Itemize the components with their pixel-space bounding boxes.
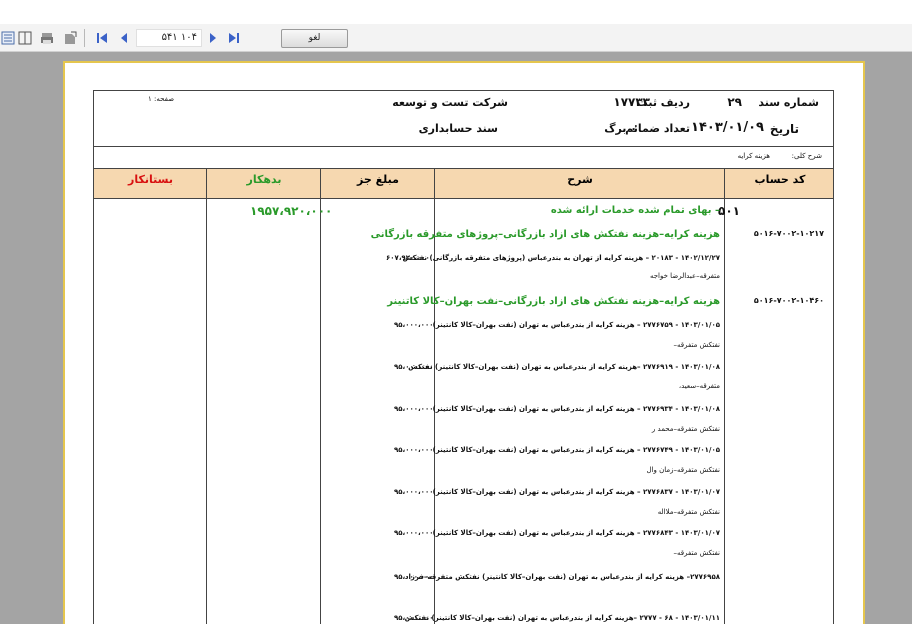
col-partial-amount: مبلغ جز	[357, 173, 399, 186]
last-page-button[interactable]	[226, 30, 242, 46]
entry-line: ۲۷۷۶۹۵۸– هزینه کرایه از بندرعباس به تهرا…	[404, 573, 720, 581]
doc-type: سند حسابداری	[418, 122, 498, 135]
group-title: – بهای تمام شده خدمات ارائه شده	[550, 205, 720, 216]
entry-amount: ۹۵،۰۰۰،۰۰۰	[394, 614, 434, 622]
entry-line: ۱۴۰۳/۰۱/۰۵ - ۲۷۷۶۷۴۹ – هزینه کرایه از بن…	[432, 446, 720, 454]
page-number-input[interactable]: ۱۰۴ ۵۴۱	[136, 29, 202, 47]
entry-line: ۱۴۰۳/۰۱/۰۷ - ۲۷۷۶۸۴۳ – هزینه کرایه از بن…	[432, 529, 720, 537]
general-description-row	[93, 147, 834, 169]
next-page-button[interactable]	[205, 30, 221, 46]
column-divider	[206, 169, 207, 624]
entry-amount: ۹۵،۰۰۰،۰۰۰	[394, 363, 434, 371]
col-description: شرح	[567, 173, 593, 186]
entry-amount: ۹۵،۰۰۰،۰۰۰	[394, 405, 434, 413]
col-credit: بستانکار	[128, 173, 173, 186]
reg-row: ۱۷۷۳۳	[613, 95, 650, 109]
cancel-button[interactable]: لغو	[281, 29, 348, 48]
entry-line-continued: نفتکش متفرقه–محمد ر	[651, 425, 720, 433]
col-account-code: کد حساب	[754, 173, 806, 186]
general-description-label: شرح کلی:	[791, 152, 822, 160]
report-toolbar: ۱۰۴ ۵۴۱ لغو	[0, 0, 912, 52]
entry-line-continued: نفتکش متفرقه–ملااله	[657, 508, 720, 516]
column-header-row: کد حساب شرح مبلغ جز بدهکار بستانکار	[93, 169, 834, 199]
entry-line: ۱۴۰۳/۰۱/۰۷ - ۲۷۷۶۸۳۷ – هزینه کرایه از بن…	[432, 488, 720, 496]
prev-page-button[interactable]	[116, 30, 132, 46]
last-page-icon	[229, 33, 239, 43]
entry-amount: ۹۵،۰۰۰،۰۰۰	[394, 529, 434, 537]
date-label: تاریخ	[769, 122, 799, 136]
entry-line-continued: نفتکش متفرقه–زمان وال	[646, 466, 720, 474]
entry-line: ۱۴۰۳/۰۱/۰۸ - ۲۷۷۶۹۱۹ –هزینه کرایه از بند…	[408, 363, 720, 371]
entry-line-continued: متفرقه–سعید،	[678, 382, 720, 390]
group-debit-amount: ۱۹۵۷،۹۲۰،۰۰۰	[250, 204, 333, 218]
page-label: صفحه: ۱	[148, 95, 175, 103]
column-divider	[724, 169, 725, 624]
prev-page-icon	[121, 33, 127, 43]
col-debit: بدهکار	[246, 173, 282, 186]
entry-amount: ۹۵،۰۰۰،۰۰۰	[394, 446, 434, 454]
subaccount-code: ۵۰۱۶-۷۰۰۲-۱۰۴۶۰	[753, 296, 824, 305]
doc-date: ۱۴۰۳/۰۱/۰۹	[691, 120, 764, 135]
next-page-icon	[210, 33, 216, 43]
entry-amount: ۹۵،۰۰۰،۰۰۰	[394, 488, 434, 496]
printer-icon	[41, 33, 53, 44]
doc-number: ۲۹	[727, 95, 742, 109]
single-page-icon	[1, 31, 15, 45]
first-page-button[interactable]	[94, 30, 110, 46]
subaccount-title: هزینه کرایه–هزینه نفتکش های ازاد بازرگان…	[370, 229, 720, 240]
company-name: شرکت تست و توسعه	[392, 96, 508, 109]
entry-amount: ۹۵،۰۰۰،۰۰۰	[394, 573, 434, 581]
two-page-icon	[18, 31, 32, 45]
first-page-icon	[97, 33, 107, 43]
entry-line: ۱۴۰۳/۰۱/۰۵ - ۲۷۷۶۷۵۹ – هزینه کرایه از بن…	[432, 321, 720, 329]
entry-line-continued: متفرقه–عبدالرضا خواجه	[649, 272, 720, 280]
single-page-button[interactable]	[0, 30, 16, 46]
export-button[interactable]	[62, 30, 78, 46]
subaccount-title: هزینه کرایه–هزینه نفتکش های ازاد بازرگان…	[387, 296, 720, 307]
toolbar-separator	[84, 29, 85, 47]
general-description-value: هزینه کرایه	[737, 152, 770, 160]
print-button[interactable]	[39, 30, 55, 46]
doc-number-label: شماره سند	[758, 96, 819, 109]
attachments-count: ۰ برگ	[604, 122, 637, 135]
entry-line-continued: نفتکش متفرقه–	[673, 341, 720, 349]
entry-line: ۱۴۰۲/۱۲/۲۷ - ۲۰۱۸۳ – هزینه کرایه از تهرا…	[402, 254, 720, 262]
two-page-button[interactable]	[17, 30, 33, 46]
entry-line: ۱۴۰۳/۰۱/۱۱ - ۶۸ - ۲۷۷۷ –هزینه کرایه از ب…	[404, 614, 720, 622]
entry-amount: ۶۰۷،۹۲۰،۰۰۰	[386, 254, 430, 262]
entry-amount: ۹۵،۰۰۰،۰۰۰	[394, 321, 434, 329]
entry-line: ۱۴۰۳/۰۱/۰۸ - ۲۷۷۶۹۳۴ – هزینه کرایه از بن…	[432, 405, 720, 413]
group-account-code: ۵۰۱	[718, 204, 740, 218]
export-icon	[65, 31, 77, 44]
column-divider	[320, 169, 321, 624]
subaccount-code: ۵۰۱۶-۷۰۰۲-۱۰۲۱۷	[753, 229, 824, 238]
entry-line-continued: نفتکش متفرقه–	[673, 549, 720, 557]
